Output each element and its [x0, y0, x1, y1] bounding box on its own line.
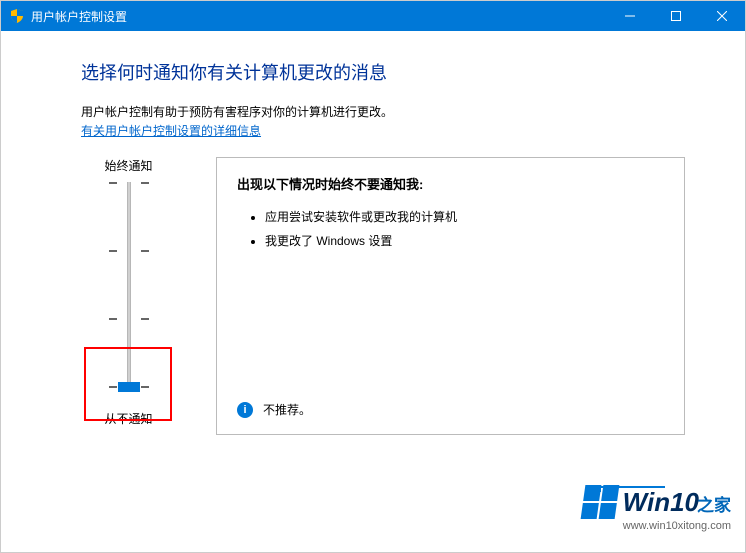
- slider-thumb[interactable]: [118, 382, 140, 392]
- info-panel: 出现以下情况时始终不要通知我: 应用尝试安装软件或更改我的计算机 我更改了 Wi…: [216, 157, 685, 435]
- minimize-button[interactable]: [607, 1, 653, 31]
- brand-main: Win10: [623, 487, 699, 517]
- panel-footer: i 不推荐。: [237, 381, 664, 418]
- titlebar: 用户帐户控制设置: [1, 1, 745, 31]
- slider-top-label: 始终通知: [81, 157, 176, 174]
- watermark: Win10之家 www.win10xitong.com: [583, 485, 731, 532]
- brand-suffix: 之家: [697, 496, 731, 515]
- windows-logo-icon: [580, 485, 619, 519]
- watermark-brand: Win10之家: [583, 485, 731, 519]
- panel-title: 出现以下情况时始终不要通知我:: [237, 174, 664, 193]
- description-text: 用户帐户控制有助于预防有害程序对你的计算机进行更改。: [81, 103, 685, 120]
- maximize-button[interactable]: [653, 1, 699, 31]
- panel-list-item: 应用尝试安装软件或更改我的计算机: [265, 205, 664, 229]
- window-title: 用户帐户控制设置: [31, 8, 127, 25]
- watermark-url: www.win10xitong.com: [583, 520, 731, 532]
- main-area: 始终通知 从不通知 出现以下情况时始终不要通知我: 应用尝试安装软件或更改我的计…: [81, 157, 685, 435]
- slider-column: 始终通知 从不通知: [81, 157, 176, 435]
- slider-bottom-label: 从不通知: [81, 410, 176, 427]
- shield-icon: [9, 8, 25, 24]
- content-area: 选择何时通知你有关计算机更改的消息 用户帐户控制有助于预防有害程序对你的计算机进…: [1, 31, 745, 445]
- panel-list-item: 我更改了 Windows 设置: [265, 229, 664, 253]
- more-info-link[interactable]: 有关用户帐户控制设置的详细信息: [81, 122, 261, 139]
- panel-footer-text: 不推荐。: [263, 401, 311, 418]
- info-icon: i: [237, 402, 253, 418]
- slider-track[interactable]: [81, 182, 176, 392]
- panel-list: 应用尝试安装软件或更改我的计算机 我更改了 Windows 设置: [237, 205, 664, 253]
- page-heading: 选择何时通知你有关计算机更改的消息: [81, 59, 685, 85]
- close-button[interactable]: [699, 1, 745, 31]
